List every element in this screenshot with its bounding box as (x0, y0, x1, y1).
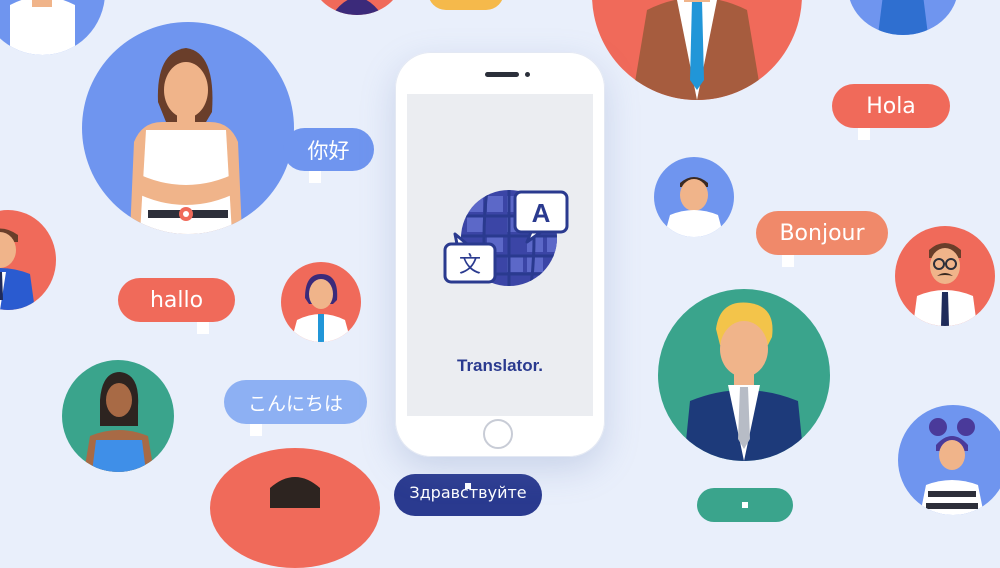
avatar-bald-man (654, 157, 734, 237)
phone-speaker (485, 72, 519, 77)
avatar-top-right (848, 0, 958, 35)
bubble-partial-bottom-right (697, 488, 793, 522)
latin-letter-icon: A (532, 198, 551, 228)
avatar-bottom-center (210, 448, 380, 568)
app-name: Translator. (457, 356, 543, 375)
home-button[interactable] (483, 419, 513, 449)
avatar-left-man (0, 210, 56, 310)
bubble-konnichiwa: こんにちは (224, 380, 367, 436)
avatar-businessman-top (592, 0, 802, 100)
avatar-woman-white-dress (82, 22, 294, 234)
smartphone: A 文 Translator. (395, 52, 605, 457)
translate-globe-icon[interactable]: A 文 (437, 186, 577, 298)
bubble-hola: Hola (832, 84, 950, 140)
avatar-woman-blue-top (62, 360, 174, 472)
avatar-man-mustache (895, 226, 995, 326)
bubble-nihao: 你好 (283, 128, 374, 183)
bubble-hallo: hallo (118, 278, 235, 334)
bubble-zdravstvuyte: Здравствуйте (394, 474, 542, 516)
avatar-blond-businessman (658, 289, 830, 461)
avatar-top-center (312, 0, 402, 15)
avatar-top-left (0, 0, 105, 55)
bubble-partial-top (428, 0, 504, 10)
avatar-woman-purple-hair (898, 405, 1000, 515)
chinese-letter-icon: 文 (459, 253, 481, 278)
bubble-bonjour: Bonjour (756, 211, 888, 267)
phone-camera (525, 72, 530, 77)
avatar-doctor-woman (281, 262, 361, 342)
phone-screen: A 文 Translator. (407, 94, 593, 416)
